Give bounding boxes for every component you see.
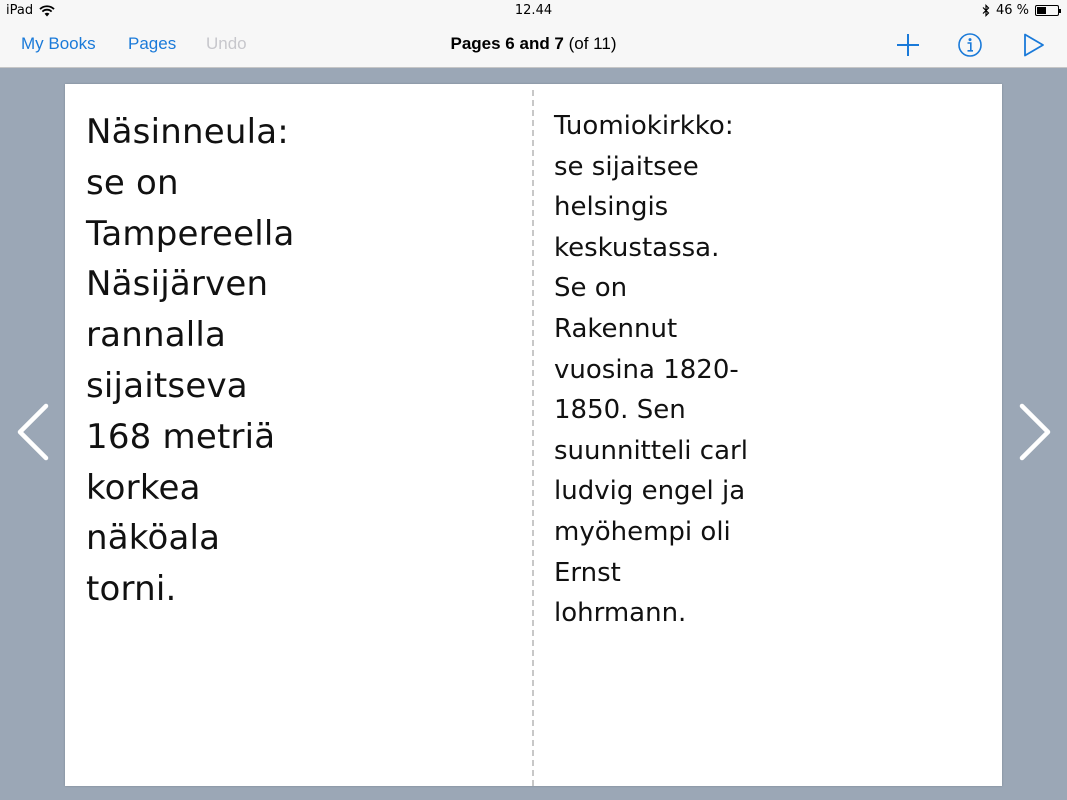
status-bar: iPad 12.44 46 % — [0, 0, 1067, 22]
left-page-text[interactable]: Näsinneula: se on Tampereella Näsijärven… — [86, 107, 295, 615]
status-time: 12.44 — [514, 3, 553, 18]
page-title-main: Pages 6 and 7 — [450, 34, 564, 53]
status-right: 46 % — [982, 3, 1061, 18]
info-icon[interactable] — [956, 31, 984, 59]
plus-icon[interactable] — [894, 31, 922, 59]
play-icon[interactable] — [1020, 31, 1048, 59]
battery-icon — [1035, 5, 1061, 16]
right-page-text[interactable]: Tuomiokirkko: se sijaitsee helsingis kes… — [554, 106, 748, 634]
page-title-count: (of 11) — [563, 34, 617, 53]
battery-percent: 46 % — [995, 3, 1029, 18]
page-divider — [532, 90, 534, 786]
chevron-left-icon[interactable] — [14, 402, 50, 462]
chevron-right-icon[interactable] — [1018, 402, 1054, 462]
book-spread: Näsinneula: se on Tampereella Näsijärven… — [65, 84, 1002, 786]
bluetooth-icon — [982, 4, 990, 17]
toolbar: My Books Pages Undo Pages 6 and 7 (of 11… — [0, 22, 1067, 68]
battery-fill — [1037, 7, 1047, 14]
